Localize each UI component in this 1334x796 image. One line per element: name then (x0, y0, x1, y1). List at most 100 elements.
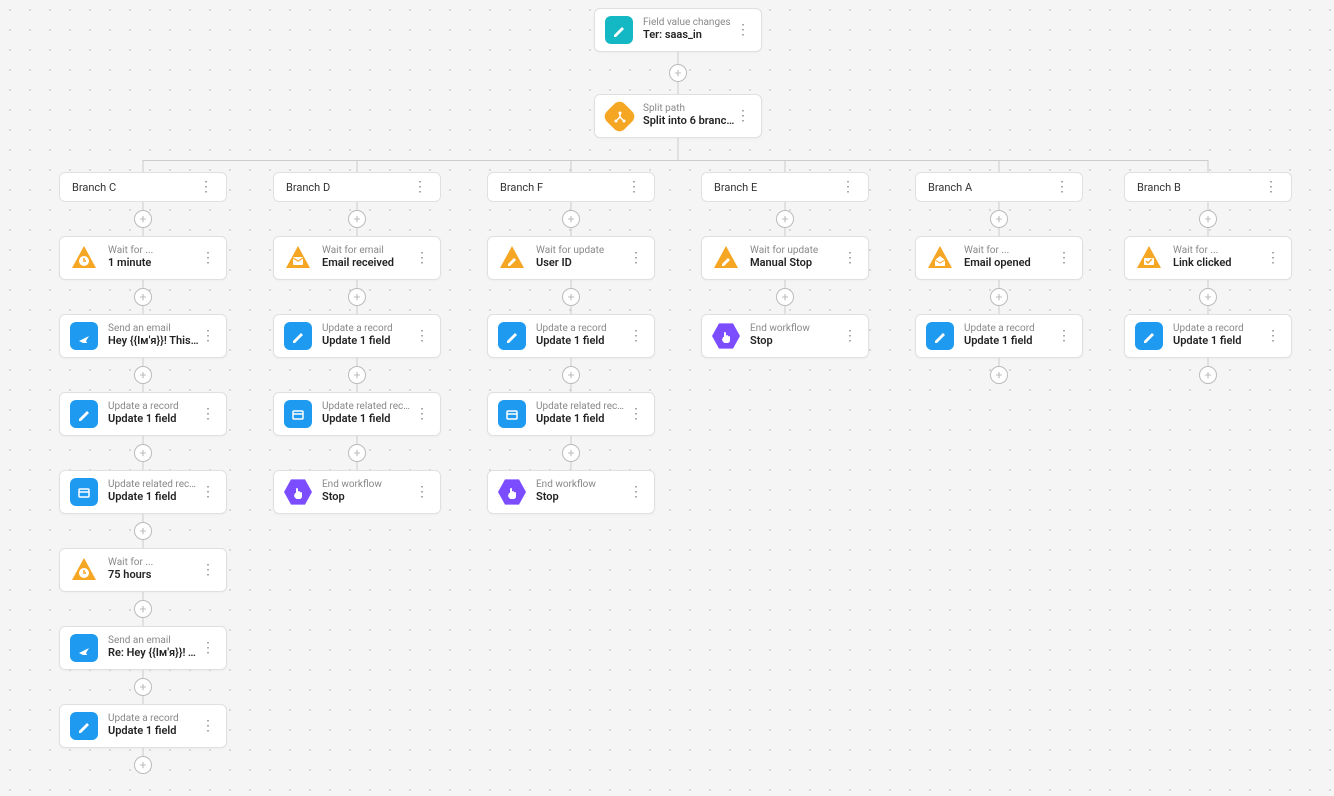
update-record-node[interactable]: Update a recordUpdate 1 field ⋮ (915, 314, 1083, 358)
add-node-btn[interactable]: + (348, 444, 366, 462)
add-node-btn[interactable]: + (134, 288, 152, 306)
update-related-node[interactable]: Update related recordsUpdate 1 field ⋮ (59, 470, 227, 514)
add-node-btn[interactable]: + (669, 64, 687, 82)
node-menu-button[interactable]: ⋮ (200, 640, 216, 656)
update-related-node[interactable]: Update related recordsUpdate 1 field ⋮ (487, 392, 655, 436)
update-record-node[interactable]: Update a recordUpdate 1 field ⋮ (59, 704, 227, 748)
node-menu-button[interactable]: ⋮ (414, 484, 430, 500)
add-node-btn[interactable]: + (134, 756, 152, 774)
add-node-btn[interactable]: + (1199, 366, 1217, 384)
record-icon (498, 400, 526, 428)
node-menu-button[interactable]: ⋮ (628, 484, 644, 500)
add-node-btn[interactable]: + (990, 210, 1008, 228)
branch-menu-button[interactable]: ⋮ (1263, 179, 1279, 195)
end-workflow-node[interactable]: End workflowStop ⋮ (487, 470, 655, 514)
node-menu-button[interactable]: ⋮ (628, 406, 644, 422)
node-label: Update a record (536, 323, 628, 334)
pencil-icon (70, 712, 98, 740)
node-menu-button[interactable]: ⋮ (414, 250, 430, 266)
add-node-btn[interactable]: + (348, 210, 366, 228)
node-label: End workflow (536, 479, 628, 490)
wait-node[interactable]: Wait for ...Link clicked ⋮ (1124, 236, 1292, 280)
add-node-btn[interactable]: + (562, 210, 580, 228)
wait-update-node[interactable]: Wait for updateUser ID ⋮ (487, 236, 655, 280)
trigger-node[interactable]: Field value changes Ter: saas_in ⋮ (594, 8, 762, 52)
end-workflow-node[interactable]: End workflowStop ⋮ (701, 314, 869, 358)
node-menu-button[interactable]: ⋮ (200, 718, 216, 734)
node-menu-button[interactable]: ⋮ (628, 328, 644, 344)
branch-header-c[interactable]: Branch C ⋮ (59, 172, 227, 202)
add-node-btn[interactable]: + (562, 288, 580, 306)
add-node-btn[interactable]: + (348, 288, 366, 306)
add-node-btn[interactable]: + (990, 288, 1008, 306)
add-node-btn[interactable]: + (776, 210, 794, 228)
wait-update-node[interactable]: Wait for updateManual Stop ⋮ (701, 236, 869, 280)
send-email-node[interactable]: Send an emailHey {{Ім'я}}! This is t... … (59, 314, 227, 358)
add-node-btn[interactable]: + (134, 444, 152, 462)
update-record-node[interactable]: Update a recordUpdate 1 field ⋮ (487, 314, 655, 358)
wait-node[interactable]: Wait for ...Email opened ⋮ (915, 236, 1083, 280)
node-value: Stop (750, 334, 842, 348)
branch-menu-button[interactable]: ⋮ (1054, 179, 1070, 195)
node-menu-button[interactable]: ⋮ (628, 250, 644, 266)
send-email-node[interactable]: Send an emailRe: Hey {{Ім'я}}! This ... … (59, 626, 227, 670)
add-node-btn[interactable]: + (1199, 210, 1217, 228)
add-node-btn[interactable]: + (776, 288, 794, 306)
node-label: Wait for ... (108, 245, 200, 256)
stop-icon (712, 322, 740, 350)
branch-menu-button[interactable]: ⋮ (840, 179, 856, 195)
node-menu-button[interactable]: ⋮ (735, 108, 751, 124)
branch-header-d[interactable]: Branch D ⋮ (273, 172, 441, 202)
node-menu-button[interactable]: ⋮ (200, 406, 216, 422)
branch-menu-button[interactable]: ⋮ (198, 179, 214, 195)
node-menu-button[interactable]: ⋮ (735, 22, 751, 38)
node-menu-button[interactable]: ⋮ (842, 328, 858, 344)
node-menu-button[interactable]: ⋮ (1056, 250, 1072, 266)
node-menu-button[interactable]: ⋮ (842, 250, 858, 266)
add-node-btn[interactable]: + (134, 366, 152, 384)
add-node-btn[interactable]: + (562, 444, 580, 462)
node-menu-button[interactable]: ⋮ (200, 562, 216, 578)
branch-header-a[interactable]: Branch A ⋮ (915, 172, 1083, 202)
node-menu-button[interactable]: ⋮ (200, 250, 216, 266)
branch-header-e[interactable]: Branch E ⋮ (701, 172, 869, 202)
node-value: User ID (536, 256, 628, 270)
node-menu-button[interactable]: ⋮ (1265, 328, 1281, 344)
node-value: Email received (322, 256, 414, 270)
add-node-btn[interactable]: + (1199, 288, 1217, 306)
add-node-btn[interactable]: + (348, 366, 366, 384)
update-record-node[interactable]: Update a recordUpdate 1 field ⋮ (1124, 314, 1292, 358)
branch-header-f[interactable]: Branch F ⋮ (487, 172, 655, 202)
branch-menu-button[interactable]: ⋮ (626, 179, 642, 195)
add-node-btn[interactable]: + (134, 678, 152, 696)
branch-header-b[interactable]: Branch B ⋮ (1124, 172, 1292, 202)
record-icon (70, 478, 98, 506)
node-label: Wait for email (322, 245, 414, 256)
wait-email-node[interactable]: Wait for emailEmail received ⋮ (273, 236, 441, 280)
wait-node[interactable]: Wait for ...1 minute ⋮ (59, 236, 227, 280)
wait-node[interactable]: Wait for ...75 hours ⋮ (59, 548, 227, 592)
node-value: Update 1 field (536, 334, 628, 348)
add-node-btn[interactable]: + (134, 210, 152, 228)
node-value: Ter: saas_in (643, 28, 735, 42)
node-menu-button[interactable]: ⋮ (1056, 328, 1072, 344)
node-value: Stop (536, 490, 628, 504)
split-node[interactable]: Split path Split into 6 branches ⋮ (594, 94, 762, 138)
wait-mailopen-icon (926, 244, 954, 272)
update-related-node[interactable]: Update related recordsUpdate 1 field ⋮ (273, 392, 441, 436)
node-menu-button[interactable]: ⋮ (414, 328, 430, 344)
node-menu-button[interactable]: ⋮ (414, 406, 430, 422)
branch-menu-button[interactable]: ⋮ (412, 179, 428, 195)
update-record-node[interactable]: Update a recordUpdate 1 field ⋮ (59, 392, 227, 436)
record-icon (284, 400, 312, 428)
add-node-btn[interactable]: + (990, 366, 1008, 384)
end-workflow-node[interactable]: End workflowStop ⋮ (273, 470, 441, 514)
node-value: Update 1 field (108, 724, 200, 738)
add-node-btn[interactable]: + (134, 600, 152, 618)
add-node-btn[interactable]: + (134, 522, 152, 540)
node-menu-button[interactable]: ⋮ (200, 484, 216, 500)
node-menu-button[interactable]: ⋮ (1265, 250, 1281, 266)
add-node-btn[interactable]: + (562, 366, 580, 384)
node-menu-button[interactable]: ⋮ (200, 328, 216, 344)
update-record-node[interactable]: Update a recordUpdate 1 field ⋮ (273, 314, 441, 358)
